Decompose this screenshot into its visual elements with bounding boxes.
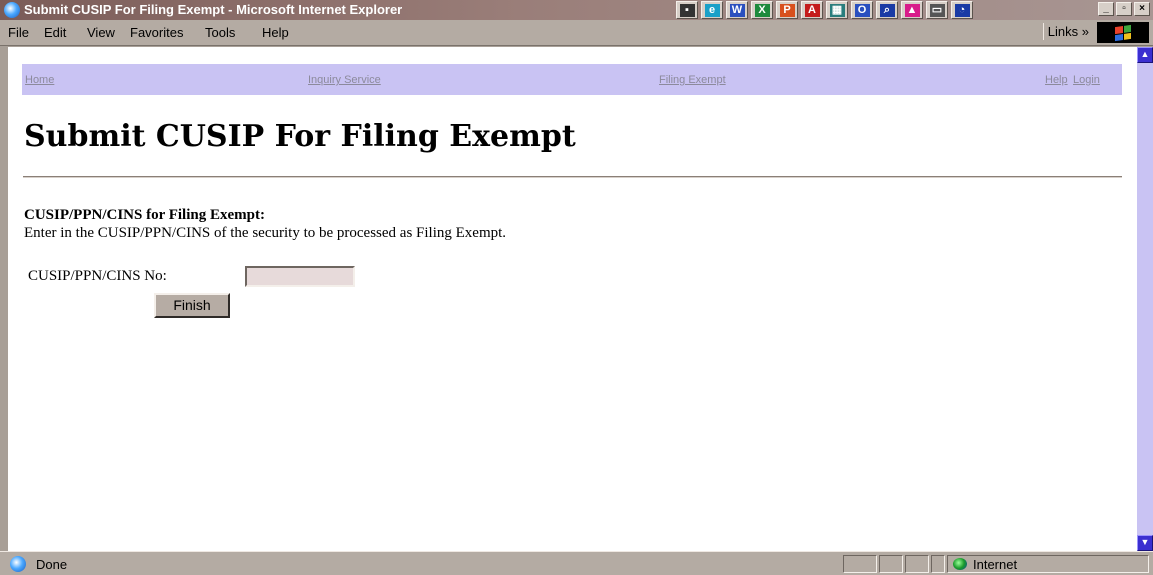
cusip-input[interactable]: [245, 266, 355, 287]
windows-logo-icon: [1097, 22, 1149, 43]
media-icon[interactable]: ▪: [676, 1, 698, 19]
menu-favorites[interactable]: Favorites: [130, 25, 183, 40]
nav-help-link[interactable]: Help: [1045, 74, 1068, 86]
scroll-up-icon[interactable]: ▲: [1137, 47, 1153, 63]
nav-inquiry-service-link[interactable]: Inquiry Service: [308, 74, 381, 86]
word-icon[interactable]: W: [726, 1, 748, 19]
menu-edit[interactable]: Edit: [44, 25, 66, 40]
links-toolbar[interactable]: Links »: [1042, 23, 1093, 40]
ie-icon: [4, 2, 20, 18]
menu-tools[interactable]: Tools: [205, 25, 235, 40]
menu-file[interactable]: File: [8, 25, 29, 40]
image-editor-icon[interactable]: ▲: [901, 1, 923, 19]
security-zone-pane: Internet: [947, 555, 1149, 573]
section-description: Enter in the CUSIP/PPN/CINS of the secur…: [24, 225, 507, 241]
window-icon[interactable]: ▭: [926, 1, 948, 19]
internet-zone-icon: [953, 558, 967, 570]
ie-shortcut-icon[interactable]: e: [701, 1, 723, 19]
nav-login-link[interactable]: Login: [1073, 74, 1100, 86]
status-pane: [879, 555, 903, 573]
find-icon[interactable]: ◔: [951, 1, 973, 19]
window-controls: _ ▫ ×: [1098, 2, 1150, 16]
site-nav-bar: Home Inquiry Service Filing Exempt Help …: [22, 64, 1122, 95]
scroll-down-icon[interactable]: ▼: [1137, 535, 1153, 551]
status-pane: [931, 555, 945, 573]
status-pane: [905, 555, 929, 573]
status-bar: Done Internet: [0, 551, 1153, 575]
minimize-button[interactable]: _: [1098, 2, 1114, 16]
cusip-field-label: CUSIP/PPN/CINS No:: [28, 268, 167, 284]
menu-view[interactable]: View: [87, 25, 115, 40]
menu-bar: File Edit View Favorites Tools Help Link…: [0, 20, 1153, 46]
close-button[interactable]: ×: [1134, 2, 1150, 16]
page-status-icon: [10, 556, 26, 572]
section-heading: CUSIP/PPN/CINS for Filing Exempt:: [24, 207, 265, 223]
quick-launch-toolbar: ▪ e W X P A ▦ O ⌕ ▲ ▭ ◔: [676, 1, 973, 19]
maximize-button[interactable]: ▫: [1116, 2, 1132, 16]
status-pane: [843, 555, 877, 573]
finish-button[interactable]: Finish: [154, 293, 230, 318]
powerpoint-icon[interactable]: P: [776, 1, 798, 19]
security-zone-text: Internet: [973, 557, 1018, 572]
page-title: Submit CUSIP For Filing Exempt: [24, 119, 576, 154]
menu-help[interactable]: Help: [262, 25, 289, 40]
nav-filing-exempt-link[interactable]: Filing Exempt: [659, 74, 726, 86]
divider: [23, 176, 1122, 178]
outlook-icon[interactable]: O: [851, 1, 873, 19]
acrobat-icon[interactable]: A: [801, 1, 823, 19]
status-text: Done: [36, 557, 68, 572]
title-bar: Submit CUSIP For Filing Exempt - Microso…: [0, 0, 1153, 20]
excel-icon[interactable]: X: [751, 1, 773, 19]
window-title: Submit CUSIP For Filing Exempt - Microso…: [24, 2, 403, 17]
search-tool-icon[interactable]: ⌕: [876, 1, 898, 19]
vertical-scrollbar[interactable]: ▲ ▼: [1137, 47, 1153, 551]
project-icon[interactable]: ▦: [826, 1, 848, 19]
nav-home-link[interactable]: Home: [25, 74, 54, 86]
page-content: Home Inquiry Service Filing Exempt Help …: [8, 47, 1137, 551]
